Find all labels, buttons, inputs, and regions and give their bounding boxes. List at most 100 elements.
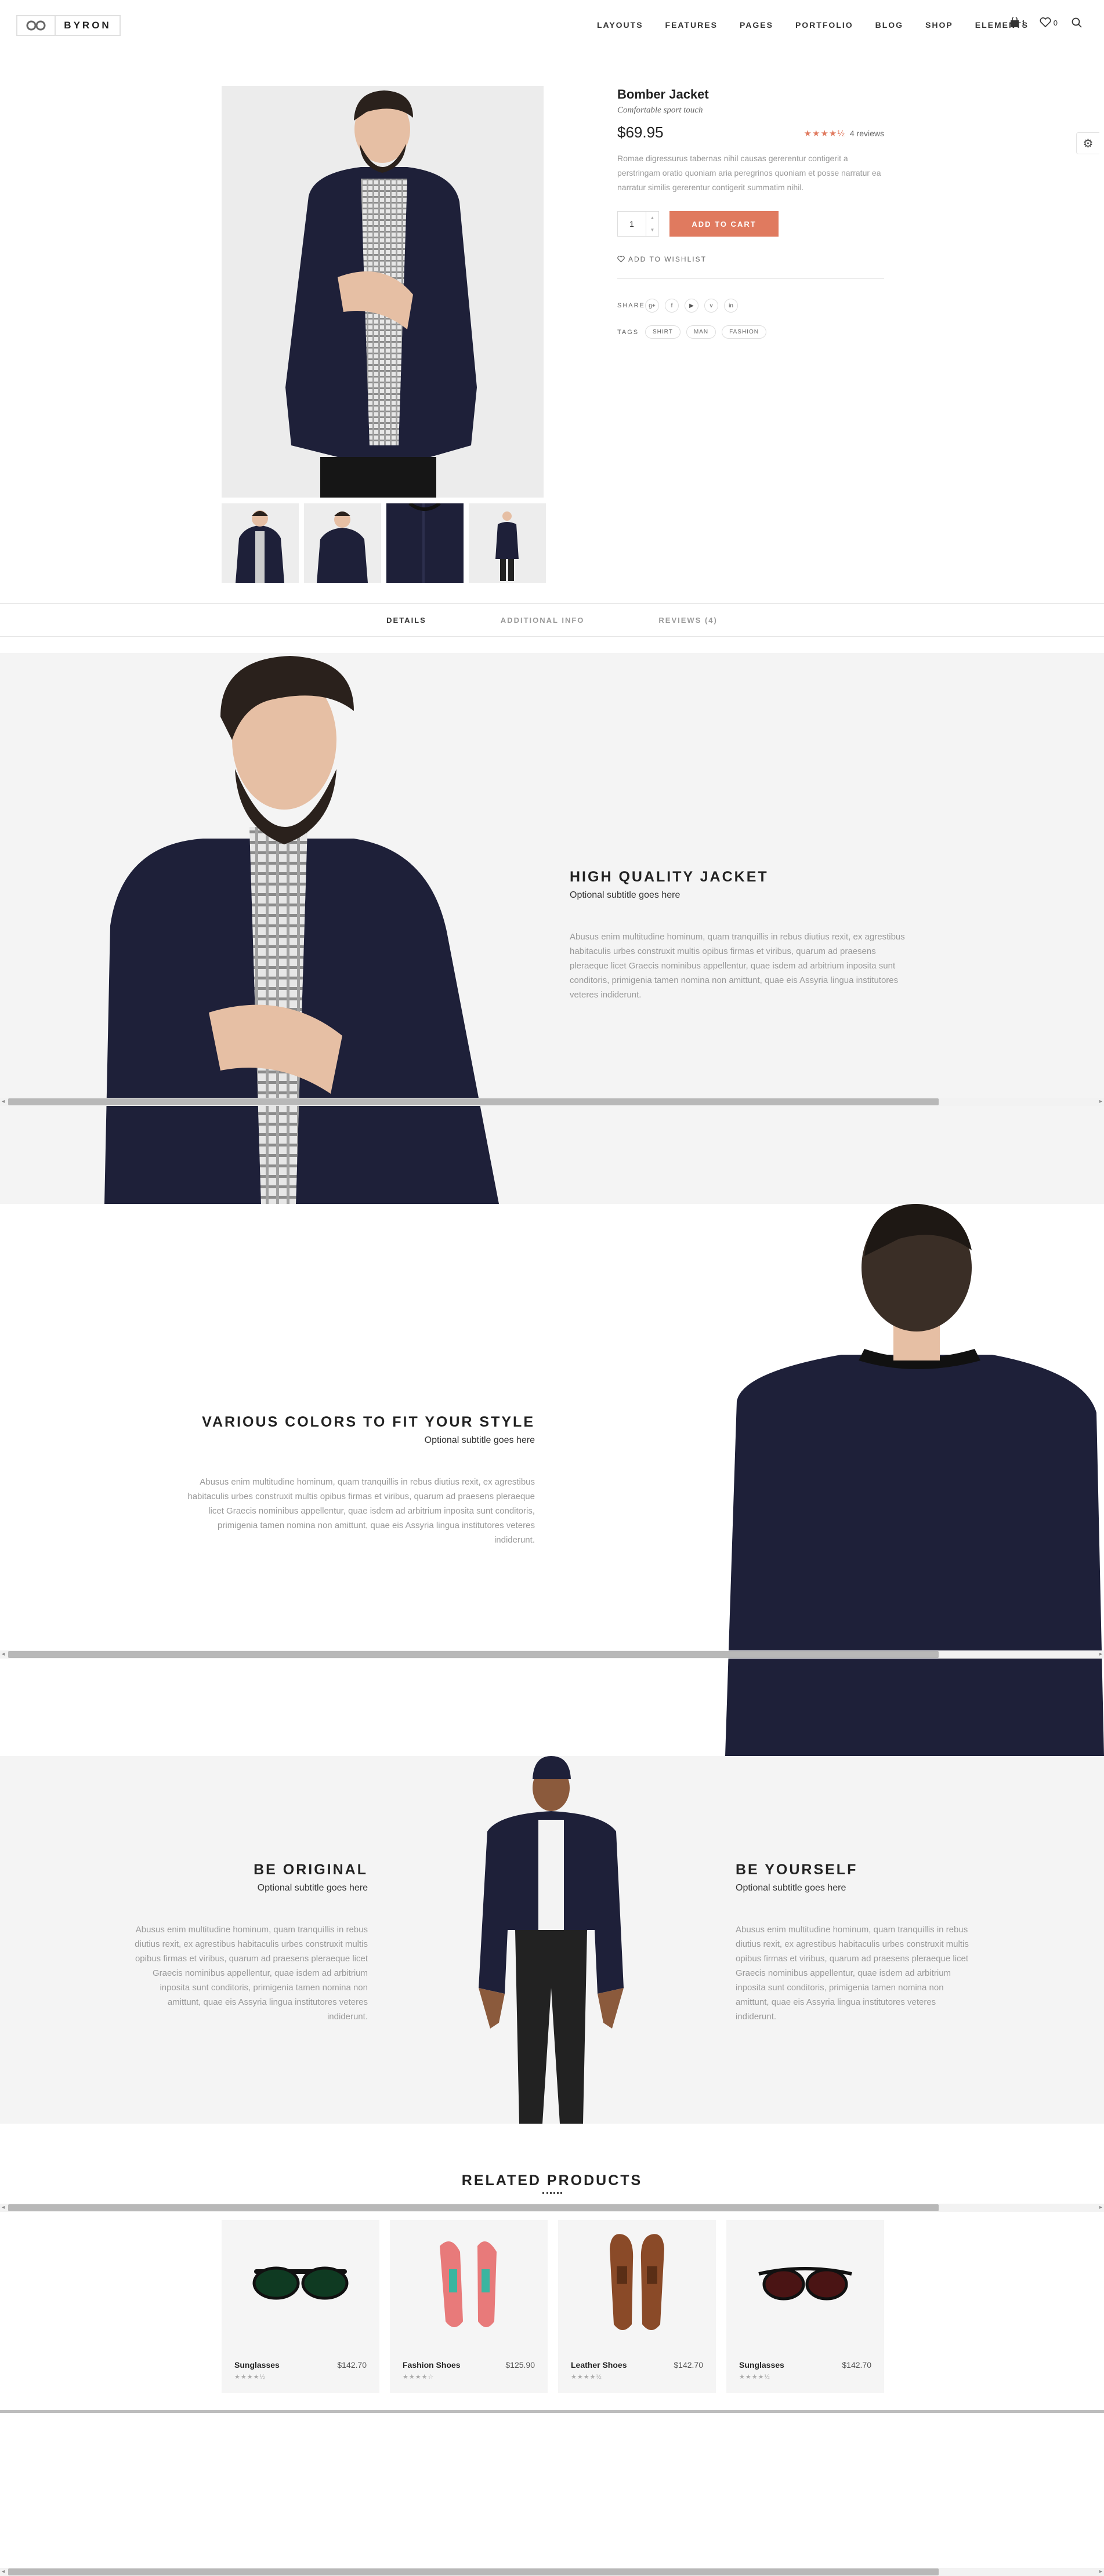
logo[interactable]: BYRON	[16, 15, 121, 36]
nav-item-features[interactable]: FEATURES	[665, 20, 718, 30]
tag-man[interactable]: MAN	[686, 325, 716, 339]
nav-item-layouts[interactable]: LAYOUTS	[597, 20, 643, 30]
card-name[interactable]: Fashion Shoes	[403, 2360, 461, 2370]
card-rating-stars: ★★★★½	[571, 2374, 602, 2381]
section-title: BE ORIGINAL	[254, 1862, 368, 1878]
card-name[interactable]: Sunglasses	[739, 2360, 784, 2370]
section-title: HIGH QUALITY JACKET	[570, 869, 769, 885]
card-price: $125.90	[505, 2360, 535, 2370]
tags-label: TAGS	[617, 328, 639, 336]
main-nav: LAYOUTS FEATURES PAGES PORTFOLIO BLOG SH…	[575, 20, 1029, 30]
product-card[interactable]: Leather Shoes $142.70 ★★★★½	[558, 2220, 716, 2393]
related-products-title: RELATED PRODUCTS	[461, 2172, 643, 2189]
section-subtitle: Optional subtitle goes here	[736, 1883, 846, 1893]
search-button[interactable]	[1072, 17, 1082, 28]
linkedin-icon[interactable]: in	[724, 299, 738, 313]
scroll-right-icon[interactable]: ▸	[1099, 1651, 1102, 1657]
vimeo-icon[interactable]: v	[704, 299, 718, 313]
settings-gear-icon[interactable]: ⚙	[1076, 132, 1099, 154]
product-info: Bomber Jacket Comfortable sport touch $6…	[617, 87, 884, 339]
product-card[interactable]: Fashion Shoes $125.90 ★★★★☆	[390, 2220, 548, 2393]
feature-section-original: BE ORIGINAL Optional subtitle goes here …	[0, 1756, 1104, 2124]
quantity-value[interactable]: 1	[618, 219, 646, 228]
scroll-left-icon[interactable]: ◂	[2, 1098, 5, 1105]
scrollbar-thumb[interactable]	[8, 1098, 939, 1105]
tag-fashion[interactable]: FASHION	[722, 325, 766, 339]
search-icon	[1072, 17, 1082, 28]
logo-text: BYRON	[64, 20, 111, 31]
product-subtitle: Comfortable sport touch	[617, 106, 703, 115]
tab-details[interactable]: DETAILS	[386, 616, 426, 625]
heart-icon	[617, 256, 625, 263]
title-underline	[542, 2192, 562, 2194]
header-icons: 1 0	[1010, 17, 1082, 28]
nav-item-portfolio[interactable]: PORTFOLIO	[795, 20, 853, 30]
nav-item-shop[interactable]: SHOP	[925, 20, 953, 30]
tag-shirt[interactable]: SHIRT	[645, 325, 681, 339]
youtube-icon[interactable]: ▶	[685, 299, 698, 313]
card-price: $142.70	[337, 2360, 367, 2370]
quantity-up-icon[interactable]: ▲	[646, 212, 658, 224]
google-plus-icon[interactable]: g+	[645, 299, 659, 313]
scrollbar-thumb[interactable]	[8, 1651, 939, 1658]
quantity-down-icon[interactable]: ▼	[646, 224, 658, 236]
tab-additional-info[interactable]: ADDITIONAL INFO	[501, 616, 585, 625]
add-to-wishlist-link[interactable]: ADD TO WISHLIST	[617, 255, 884, 263]
scrollbar-thumb[interactable]	[8, 2568, 939, 2575]
model-closeup-illustration	[104, 656, 499, 1204]
card-rating-stars: ★★★★½	[234, 2374, 266, 2381]
model-jacket-illustration	[222, 86, 544, 498]
horizontal-scrollbar[interactable]: ◂ ▸	[0, 2568, 1104, 2576]
product-main-image[interactable]	[222, 86, 544, 498]
product-card[interactable]: Sunglasses $142.70 ★★★★½	[222, 2220, 379, 2393]
section-text: Abusus enim multitudine hominum, quam tr…	[570, 932, 905, 1000]
card-name[interactable]: Sunglasses	[234, 2360, 280, 2370]
quantity-stepper[interactable]: 1 ▲ ▼	[617, 211, 659, 237]
section-subtitle: Optional subtitle goes here	[424, 1435, 535, 1445]
product-price: $69.95	[617, 124, 664, 141]
tab-reviews[interactable]: REVIEWS (4)	[658, 616, 717, 625]
card-name[interactable]: Leather Shoes	[571, 2360, 627, 2370]
share-row: SHARE g+ f ▶ v in	[617, 299, 884, 313]
model-fullbody-illustration	[479, 1756, 624, 2124]
wishlist-button[interactable]: 0	[1040, 17, 1058, 28]
card-price: $142.70	[674, 2360, 703, 2370]
product-thumbnail-2[interactable]	[304, 503, 381, 583]
section-title: BE YOURSELF	[736, 1862, 858, 1878]
product-thumbnail-1[interactable]	[222, 503, 299, 583]
rating-stars: ★★★★½	[803, 129, 845, 139]
scroll-left-icon[interactable]: ◂	[2, 2204, 5, 2211]
horizontal-scrollbar[interactable]: ◂ ▸	[0, 1098, 1104, 1106]
logo-mark-icon	[17, 16, 56, 35]
scroll-left-icon[interactable]: ◂	[2, 1651, 5, 1657]
nav-item-blog[interactable]: BLOG	[875, 20, 903, 30]
feature-section-quality: HIGH QUALITY JACKET Optional subtitle go…	[0, 653, 1104, 1204]
card-rating-stars: ★★★★½	[739, 2374, 770, 2381]
section-divider	[0, 2410, 1104, 2413]
product-title: Bomber Jacket	[617, 87, 709, 101]
card-rating-stars: ★★★★☆	[403, 2374, 435, 2381]
product-tabs: DETAILS ADDITIONAL INFO REVIEWS (4)	[0, 603, 1104, 637]
cart-icon	[1010, 17, 1019, 27]
product-card[interactable]: Sunglasses $142.70 ★★★★½	[726, 2220, 884, 2393]
section-title: VARIOUS COLORS TO FIT YOUR STYLE	[202, 1414, 535, 1430]
feature-section-colors: VARIOUS COLORS TO FIT YOUR STYLE Optiona…	[0, 1204, 1104, 1756]
cart-count: 1	[1021, 18, 1026, 27]
product-thumbnail-4[interactable]	[469, 503, 546, 583]
share-label: SHARE	[617, 302, 645, 309]
product-thumbnail-3[interactable]	[386, 503, 464, 583]
scroll-right-icon[interactable]: ▸	[1099, 2204, 1102, 2211]
horizontal-scrollbar[interactable]: ◂ ▸	[0, 1650, 1104, 1659]
wishlist-label: ADD TO WISHLIST	[628, 255, 707, 263]
section-subtitle: Optional subtitle goes here	[570, 890, 681, 900]
scroll-left-icon[interactable]: ◂	[2, 2568, 5, 2575]
facebook-icon[interactable]: f	[665, 299, 679, 313]
scroll-right-icon[interactable]: ▸	[1099, 2568, 1102, 2575]
scroll-right-icon[interactable]: ▸	[1099, 1098, 1102, 1105]
nav-item-pages[interactable]: PAGES	[740, 20, 773, 30]
reviews-link[interactable]: 4 reviews	[850, 129, 884, 138]
cart-button[interactable]: 1	[1010, 17, 1026, 28]
horizontal-scrollbar[interactable]: ◂ ▸	[0, 2204, 1104, 2212]
add-to-cart-button[interactable]: ADD TO CART	[669, 211, 779, 237]
scrollbar-thumb[interactable]	[8, 2204, 939, 2211]
